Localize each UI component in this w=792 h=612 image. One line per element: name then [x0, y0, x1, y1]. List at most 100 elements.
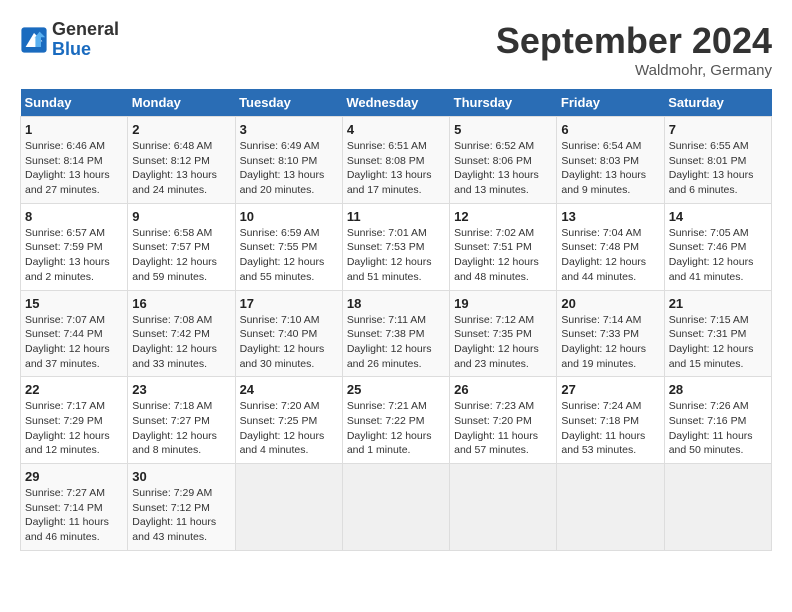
location: Waldmohr, Germany: [496, 62, 772, 79]
logo-line2: Blue: [52, 40, 119, 60]
day-info: Sunrise: 6:57 AMSunset: 7:59 PMDaylight:…: [25, 227, 110, 283]
calendar-row: 1Sunrise: 6:46 AMSunset: 8:14 PMDaylight…: [21, 117, 772, 204]
day-number: 6: [561, 122, 659, 137]
day-cell: 12Sunrise: 7:02 AMSunset: 7:51 PMDayligh…: [450, 203, 557, 290]
day-info: Sunrise: 6:58 AMSunset: 7:57 PMDaylight:…: [132, 227, 217, 283]
day-number: 24: [240, 382, 338, 397]
day-number: 4: [347, 122, 445, 137]
day-cell: 17 Sunrise: 7:10 AMSunset: 7:40 PMDayligh…: [235, 290, 342, 377]
day-cell: 25 Sunrise: 7:21 AMSunset: 7:22 PMDayligh…: [342, 377, 449, 464]
day-cell: 1Sunrise: 6:46 AMSunset: 8:14 PMDaylight…: [21, 117, 128, 204]
day-info: Sunrise: 7:12 AMSunset: 7:35 PMDaylight:…: [454, 314, 539, 370]
day-info: Sunrise: 7:17 AMSunset: 7:29 PMDaylight:…: [25, 400, 110, 456]
col-wednesday: Wednesday: [342, 89, 449, 117]
empty-cell: [450, 464, 557, 551]
day-number: 30: [132, 469, 230, 484]
day-info: Sunrise: 6:51 AMSunset: 8:08 PMDaylight:…: [347, 140, 432, 196]
day-cell: 8 Sunrise: 6:57 AMSunset: 7:59 PMDaylight…: [21, 203, 128, 290]
day-number: 25: [347, 382, 445, 397]
day-cell: 19 Sunrise: 7:12 AMSunset: 7:35 PMDayligh…: [450, 290, 557, 377]
day-cell: 24 Sunrise: 7:20 AMSunset: 7:25 PMDayligh…: [235, 377, 342, 464]
calendar-body: 1Sunrise: 6:46 AMSunset: 8:14 PMDaylight…: [21, 117, 772, 551]
empty-cell: [235, 464, 342, 551]
day-number: 16: [132, 296, 230, 311]
logo: General Blue: [20, 20, 119, 60]
col-friday: Friday: [557, 89, 664, 117]
day-number: 20: [561, 296, 659, 311]
day-number: 1: [25, 122, 123, 137]
day-info: Sunrise: 7:29 AMSunset: 7:12 PMDaylight:…: [132, 487, 216, 543]
day-number: 29: [25, 469, 123, 484]
day-cell: 2 Sunrise: 6:48 AMSunset: 8:12 PMDaylight…: [128, 117, 235, 204]
day-cell: 4 Sunrise: 6:51 AMSunset: 8:08 PMDaylight…: [342, 117, 449, 204]
day-cell: 23 Sunrise: 7:18 AMSunset: 7:27 PMDayligh…: [128, 377, 235, 464]
day-info: Sunrise: 6:59 AMSunset: 7:55 PMDaylight:…: [240, 227, 325, 283]
calendar-row: 15 Sunrise: 7:07 AMSunset: 7:44 PMDayligh…: [21, 290, 772, 377]
day-number: 17: [240, 296, 338, 311]
empty-cell: [342, 464, 449, 551]
header-row: Sunday Monday Tuesday Wednesday Thursday…: [21, 89, 772, 117]
day-number: 9: [132, 209, 230, 224]
month-title: September 2024: [496, 20, 772, 62]
day-info: Sunrise: 7:26 AMSunset: 7:16 PMDaylight:…: [669, 400, 753, 456]
day-cell: 27Sunrise: 7:24 AMSunset: 7:18 PMDayligh…: [557, 377, 664, 464]
day-number: 18: [347, 296, 445, 311]
day-cell: 21 Sunrise: 7:15 AMSunset: 7:31 PMDayligh…: [664, 290, 771, 377]
col-sunday: Sunday: [21, 89, 128, 117]
day-info: Sunrise: 7:05 AMSunset: 7:46 PMDaylight:…: [669, 227, 754, 283]
day-info: Sunrise: 7:04 AMSunset: 7:48 PMDaylight:…: [561, 227, 646, 283]
day-number: 28: [669, 382, 767, 397]
day-number: 7: [669, 122, 767, 137]
calendar-row: 8 Sunrise: 6:57 AMSunset: 7:59 PMDaylight…: [21, 203, 772, 290]
day-number: 8: [25, 209, 123, 224]
day-cell: 22 Sunrise: 7:17 AMSunset: 7:29 PMDayligh…: [21, 377, 128, 464]
day-info: Sunrise: 7:10 AMSunset: 7:40 PMDaylight:…: [240, 314, 325, 370]
day-info: Sunrise: 6:54 AMSunset: 8:03 PMDaylight:…: [561, 140, 646, 196]
day-info: Sunrise: 7:23 AMSunset: 7:20 PMDaylight:…: [454, 400, 538, 456]
day-cell: 3Sunrise: 6:49 AMSunset: 8:10 PMDaylight…: [235, 117, 342, 204]
day-number: 10: [240, 209, 338, 224]
day-cell: 7Sunrise: 6:55 AMSunset: 8:01 PMDaylight…: [664, 117, 771, 204]
day-cell: 20 Sunrise: 7:14 AMSunset: 7:33 PMDayligh…: [557, 290, 664, 377]
day-cell: 9 Sunrise: 6:58 AMSunset: 7:57 PMDaylight…: [128, 203, 235, 290]
day-number: 14: [669, 209, 767, 224]
day-number: 21: [669, 296, 767, 311]
day-number: 22: [25, 382, 123, 397]
day-number: 15: [25, 296, 123, 311]
day-cell: 5 Sunrise: 6:52 AMSunset: 8:06 PMDaylight…: [450, 117, 557, 204]
day-cell: 28 Sunrise: 7:26 AMSunset: 7:16 PMDayligh…: [664, 377, 771, 464]
day-info: Sunrise: 7:21 AMSunset: 7:22 PMDaylight:…: [347, 400, 432, 456]
calendar-table: Sunday Monday Tuesday Wednesday Thursday…: [20, 89, 772, 551]
logo-line1: General: [52, 20, 119, 40]
title-block: September 2024 Waldmohr, Germany: [496, 20, 772, 79]
day-number: 13: [561, 209, 659, 224]
day-cell: 26 Sunrise: 7:23 AMSunset: 7:20 PMDayligh…: [450, 377, 557, 464]
day-info: Sunrise: 7:15 AMSunset: 7:31 PMDaylight:…: [669, 314, 754, 370]
day-info: Sunrise: 7:08 AMSunset: 7:42 PMDaylight:…: [132, 314, 217, 370]
day-cell: 18 Sunrise: 7:11 AMSunset: 7:38 PMDayligh…: [342, 290, 449, 377]
col-thursday: Thursday: [450, 89, 557, 117]
day-info: Sunrise: 6:48 AMSunset: 8:12 PMDaylight:…: [132, 140, 217, 196]
calendar-row: 22 Sunrise: 7:17 AMSunset: 7:29 PMDayligh…: [21, 377, 772, 464]
logo-icon: [20, 26, 48, 54]
day-cell: 16 Sunrise: 7:08 AMSunset: 7:42 PMDayligh…: [128, 290, 235, 377]
day-number: 26: [454, 382, 552, 397]
day-info: Sunrise: 7:11 AMSunset: 7:38 PMDaylight:…: [347, 314, 432, 370]
day-info: Sunrise: 7:14 AMSunset: 7:33 PMDaylight:…: [561, 314, 646, 370]
day-number: 2: [132, 122, 230, 137]
page-header: General Blue September 2024 Waldmohr, Ge…: [20, 20, 772, 79]
day-info: Sunrise: 7:07 AMSunset: 7:44 PMDaylight:…: [25, 314, 110, 370]
day-cell: 14 Sunrise: 7:05 AMSunset: 7:46 PMDayligh…: [664, 203, 771, 290]
empty-cell: [557, 464, 664, 551]
day-info: Sunrise: 6:52 AMSunset: 8:06 PMDaylight:…: [454, 140, 539, 196]
day-info: Sunrise: 7:20 AMSunset: 7:25 PMDaylight:…: [240, 400, 325, 456]
day-cell: 11 Sunrise: 7:01 AMSunset: 7:53 PMDayligh…: [342, 203, 449, 290]
day-number: 19: [454, 296, 552, 311]
day-number: 5: [454, 122, 552, 137]
day-info: Sunrise: 7:18 AMSunset: 7:27 PMDaylight:…: [132, 400, 217, 456]
day-info: Sunrise: 7:01 AMSunset: 7:53 PMDaylight:…: [347, 227, 432, 283]
day-number: 23: [132, 382, 230, 397]
col-monday: Monday: [128, 89, 235, 117]
day-number: 11: [347, 209, 445, 224]
day-number: 27: [561, 382, 659, 397]
